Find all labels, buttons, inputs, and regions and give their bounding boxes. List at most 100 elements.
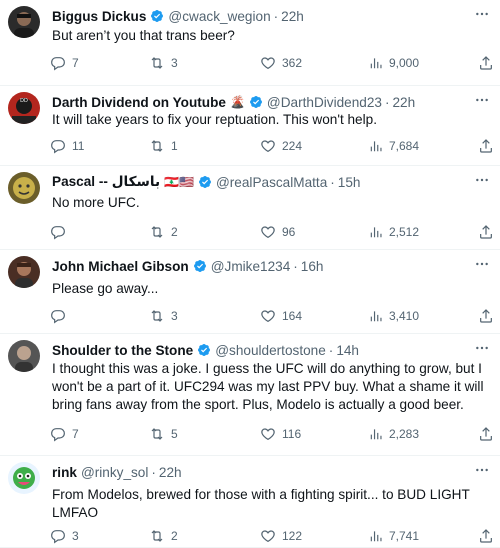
share-icon xyxy=(480,56,492,70)
reply-button[interactable]: 11 xyxy=(50,136,84,156)
timestamp[interactable]: 16h xyxy=(301,259,324,274)
like-button[interactable]: 224 xyxy=(260,136,302,156)
more-icon[interactable] xyxy=(474,6,490,22)
tweet[interactable]: rink @rinky_sol · 22h From Modelos, brew… xyxy=(0,456,500,548)
views-button[interactable]: 9,000 xyxy=(369,53,419,73)
share-icon xyxy=(480,529,492,543)
user-handle[interactable]: @Jmike1234 xyxy=(211,259,291,274)
views-button[interactable]: 3,410 xyxy=(369,306,419,326)
views-button[interactable]: 7,684 xyxy=(369,136,419,156)
retweet-button[interactable]: 5 xyxy=(149,424,178,444)
separator-dot: · xyxy=(273,8,279,24)
heart-icon xyxy=(261,140,275,153)
tweet-text: It will take years to fix your reptuatio… xyxy=(52,112,377,127)
user-handle[interactable]: @DarthDividend23 xyxy=(267,95,382,110)
share-button[interactable] xyxy=(478,424,494,444)
reply-icon xyxy=(51,140,65,154)
retweet-button[interactable]: 1 xyxy=(149,136,178,156)
views-button[interactable]: 2,283 xyxy=(369,424,419,444)
avatar[interactable] xyxy=(8,6,40,38)
reply-icon xyxy=(51,530,65,544)
verified-badge-icon xyxy=(197,343,211,357)
action-bar: 7 5 116 2,283 xyxy=(46,424,500,444)
avatar[interactable] xyxy=(8,256,40,288)
timestamp[interactable]: 15h xyxy=(338,175,361,190)
reply-button[interactable]: 7 xyxy=(50,53,79,73)
user-handle[interactable]: @rinky_sol xyxy=(81,465,148,480)
verified-badge-icon xyxy=(193,259,207,273)
tweet[interactable]: DD Darth Dividend on Youtube 🌋 @DarthDiv… xyxy=(0,86,500,166)
action-bar: 3 2 122 7,741 xyxy=(46,526,500,546)
share-button[interactable] xyxy=(478,526,494,546)
tweet-text: Please go away... xyxy=(52,281,159,296)
display-name[interactable]: Biggus Dickus xyxy=(52,9,146,24)
like-button[interactable]: 96 xyxy=(260,222,295,242)
retweet-count: 1 xyxy=(171,139,178,153)
more-icon[interactable] xyxy=(474,462,490,478)
reply-count: 11 xyxy=(72,139,85,153)
reply-button[interactable] xyxy=(50,222,72,242)
more-icon[interactable] xyxy=(474,92,490,108)
display-name[interactable]: Pascal -- باسكال xyxy=(52,174,160,190)
flag-emojis: 🇱🇧🇺🇸 xyxy=(164,175,194,189)
tweet[interactable]: Biggus Dickus @cwack_wegion · 22h But ar… xyxy=(0,0,500,86)
display-name[interactable]: Shoulder to the Stone xyxy=(52,343,193,358)
share-button[interactable] xyxy=(478,136,494,156)
tweet-text: But aren’t you that trans beer? xyxy=(52,28,235,43)
reply-icon xyxy=(51,310,65,324)
avatar[interactable] xyxy=(8,172,40,204)
views-icon xyxy=(370,141,382,152)
reply-button[interactable] xyxy=(50,306,72,326)
user-handle[interactable]: @realPascalMatta xyxy=(216,175,327,190)
retweet-button[interactable]: 3 xyxy=(149,306,178,326)
retweet-button[interactable]: 2 xyxy=(149,222,178,242)
timestamp[interactable]: 14h xyxy=(336,343,359,358)
user-handle[interactable]: @shouldertostone xyxy=(215,343,326,358)
tweet[interactable]: John Michael Gibson @Jmike1234 · 16h Ple… xyxy=(0,250,500,334)
share-button[interactable] xyxy=(478,53,494,73)
display-name[interactable]: rink xyxy=(52,465,77,480)
like-button[interactable]: 362 xyxy=(260,53,302,73)
timestamp[interactable]: 22h xyxy=(159,465,182,480)
more-icon[interactable] xyxy=(474,256,490,272)
tweet[interactable]: Pascal -- باسكال 🇱🇧🇺🇸 @realPascalMatta ·… xyxy=(0,166,500,250)
like-button[interactable]: 116 xyxy=(260,424,301,444)
timestamp[interactable]: 22h xyxy=(281,9,304,24)
user-handle[interactable]: @cwack_wegion xyxy=(168,9,270,24)
like-count: 96 xyxy=(282,225,296,239)
like-button[interactable]: 122 xyxy=(260,526,302,546)
like-button[interactable]: 164 xyxy=(260,306,302,326)
heart-icon xyxy=(261,57,275,70)
action-bar: 11 1 224 7,684 xyxy=(46,136,500,156)
display-name[interactable]: John Michael Gibson xyxy=(52,259,189,274)
tweet[interactable]: Shoulder to the Stone @shouldertostone ·… xyxy=(0,334,500,456)
display-name[interactable]: Darth Dividend on Youtube xyxy=(52,95,226,110)
like-count: 122 xyxy=(282,529,303,543)
action-bar: 3 164 3,410 xyxy=(46,306,500,326)
reply-count: 7 xyxy=(72,56,79,70)
views-button[interactable]: 7,741 xyxy=(369,526,419,546)
retweet-button[interactable]: 2 xyxy=(149,526,178,546)
tweet-text: From Modelos, brewed for those with a fi… xyxy=(52,487,470,520)
retweet-icon xyxy=(151,57,163,69)
share-button[interactable] xyxy=(478,222,494,242)
verified-badge-icon xyxy=(198,175,212,189)
reply-count: 3 xyxy=(72,529,79,543)
reply-button[interactable]: 7 xyxy=(50,424,79,444)
reply-icon xyxy=(51,226,65,240)
more-icon[interactable] xyxy=(474,340,490,356)
reply-button[interactable]: 3 xyxy=(50,526,79,546)
more-icon[interactable] xyxy=(474,172,490,188)
views-button[interactable]: 2,512 xyxy=(369,222,419,242)
reply-count: 7 xyxy=(72,427,79,441)
like-count: 164 xyxy=(282,309,303,323)
share-button[interactable] xyxy=(478,306,494,326)
avatar[interactable] xyxy=(8,462,40,494)
reply-icon xyxy=(51,428,65,442)
separator-dot: · xyxy=(293,258,298,274)
avatar[interactable]: DD xyxy=(8,92,40,124)
avatar[interactable] xyxy=(8,340,40,372)
share-icon xyxy=(480,139,492,153)
retweet-button[interactable]: 3 xyxy=(149,53,178,73)
timestamp[interactable]: 22h xyxy=(393,95,416,110)
